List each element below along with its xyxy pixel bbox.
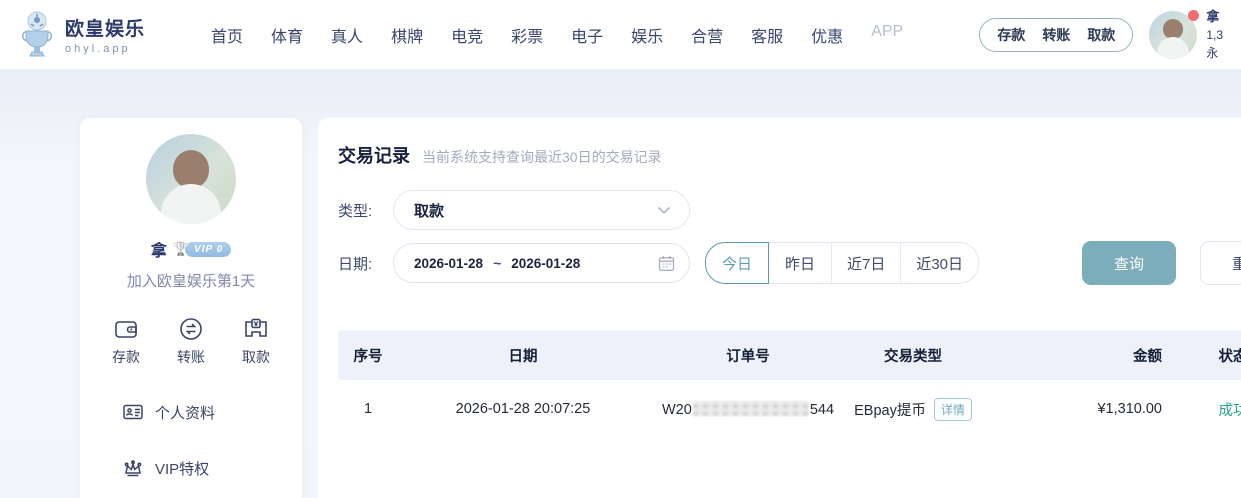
type-select-value: 取款 <box>414 200 444 221</box>
sidebar-item-profile[interactable]: 个人资料 <box>80 401 302 423</box>
chevron-down-icon <box>657 206 671 215</box>
cell-type: EBpay提币详情 <box>848 398 978 421</box>
order-number-redacted <box>693 401 809 416</box>
transactions-table: 序号 日期 订单号 交易类型 金额 状态 1 2026-01-28 20:07:… <box>338 330 1241 438</box>
sidebar-transfer-button[interactable]: 转账 <box>177 316 205 367</box>
transaction-type: EBpay提币 <box>854 403 926 419</box>
sidebar-item-vip[interactable]: VIP特权 <box>80 457 302 479</box>
header-transfer-button[interactable]: 转账 <box>1042 25 1070 45</box>
crown-icon <box>122 457 144 479</box>
range-yesterday-button[interactable]: 昨日 <box>768 242 832 284</box>
calendar-icon <box>658 255 675 272</box>
page-title: 交易记录 <box>338 142 410 168</box>
header-withdraw-button[interactable]: 取款 <box>1087 25 1115 45</box>
nav-item-entertainment[interactable]: 娱乐 <box>631 23 663 47</box>
transaction-records-panel: 交易记录 当前系统支持查询最近30日的交易记录 类型: 取款 日期: 2026-… <box>318 118 1241 498</box>
wallet-actions-pill: 存款 转账 取款 <box>979 18 1133 52</box>
table-header-row: 序号 日期 订单号 交易类型 金额 状态 <box>338 330 1241 380</box>
nav-item-affiliate[interactable]: 合营 <box>691 23 723 47</box>
join-days-text: 加入欧皇娱乐第1天 <box>80 270 302 291</box>
cell-index: 1 <box>338 401 398 417</box>
user-name: 拿 <box>1206 7 1223 27</box>
main-nav: 首页 体育 真人 棋牌 电竞 彩票 电子 娱乐 合营 客服 优惠 APP <box>211 23 903 47</box>
profile-avatar <box>146 134 236 224</box>
nav-item-live[interactable]: 真人 <box>331 23 363 47</box>
nav-item-lottery[interactable]: 彩票 <box>511 23 543 47</box>
table-row: 1 2026-01-28 20:07:25 W20 544 EBpay提币详情 ¥… <box>338 380 1241 438</box>
sidebar-deposit-label: 存款 <box>112 347 140 367</box>
cell-order-no: W20 544 <box>648 401 848 418</box>
profile-sidebar: 拿 🏆 VIP 0 加入欧皇娱乐第1天 存款 <box>80 118 302 498</box>
query-button[interactable]: 查询 <box>1082 241 1176 285</box>
transfer-icon <box>178 316 204 342</box>
trophy-ball-logo-icon <box>18 11 56 58</box>
reset-button[interactable]: 重置 <box>1200 241 1241 285</box>
nav-item-home[interactable]: 首页 <box>211 23 243 47</box>
header-deposit-button[interactable]: 存款 <box>997 25 1025 45</box>
cell-status: 成功 <box>1168 399 1241 420</box>
cell-amount: ¥1,310.00 <box>978 401 1168 417</box>
range-30days-button[interactable]: 近30日 <box>900 242 979 284</box>
profile-username: 拿 <box>151 237 167 261</box>
nav-item-app[interactable]: APP <box>871 23 903 47</box>
vip-badge: 🏆 VIP 0 <box>173 241 231 257</box>
col-index: 序号 <box>338 345 398 366</box>
withdraw-icon <box>243 316 269 342</box>
top-header: 欧皇娱乐 ohyl.app 首页 体育 真人 棋牌 电竞 彩票 电子 娱乐 合营… <box>0 0 1241 70</box>
col-type: 交易类型 <box>848 345 978 366</box>
vip-level-label: VIP 0 <box>185 242 231 257</box>
sidebar-item-vip-label: VIP特权 <box>155 458 209 479</box>
user-extra-partial: 永 <box>1206 44 1223 62</box>
user-balance-partial: 1,3 <box>1206 26 1223 44</box>
col-amount: 金额 <box>978 345 1168 366</box>
wallet-icon <box>113 316 139 342</box>
type-filter-row: 类型: 取款 <box>338 190 1241 230</box>
id-card-icon <box>122 401 144 423</box>
cell-date: 2026-01-28 20:07:25 <box>398 401 648 417</box>
sidebar-menu: 个人资料 VIP特权 <box>80 401 302 479</box>
nav-item-promo[interactable]: 优惠 <box>811 23 843 47</box>
vip-trophy-icon: 🏆 <box>173 241 189 257</box>
sidebar-item-profile-label: 个人资料 <box>155 402 215 423</box>
nav-item-sports[interactable]: 体育 <box>271 23 303 47</box>
col-date: 日期 <box>398 345 648 366</box>
nav-item-esports[interactable]: 电竞 <box>451 23 483 47</box>
date-separator: ~ <box>493 255 501 271</box>
user-mini-info: 拿 1,3 永 <box>1206 7 1223 63</box>
page-subtitle: 当前系统支持查询最近30日的交易记录 <box>422 147 662 167</box>
col-status: 状态 <box>1168 345 1241 366</box>
sidebar-quick-actions: 存款 转账 取款 <box>80 316 302 367</box>
date-range-input[interactable]: 2026-01-28 ~ 2026-01-28 <box>393 243 690 283</box>
sidebar-withdraw-label: 取款 <box>242 347 270 367</box>
col-order-no: 订单号 <box>648 345 848 366</box>
header-right: 存款 转账 取款 拿 1,3 永 <box>979 7 1223 63</box>
sidebar-deposit-button[interactable]: 存款 <box>112 316 140 367</box>
range-today-button[interactable]: 今日 <box>705 242 769 284</box>
date-end-value: 2026-01-28 <box>511 256 580 271</box>
sidebar-transfer-label: 转账 <box>177 347 205 367</box>
site-logo[interactable]: 欧皇娱乐 ohyl.app <box>18 11 145 58</box>
user-avatar[interactable] <box>1149 11 1197 59</box>
sidebar-withdraw-button[interactable]: 取款 <box>242 316 270 367</box>
type-select[interactable]: 取款 <box>393 190 690 230</box>
range-7days-button[interactable]: 近7日 <box>831 242 901 284</box>
detail-tag-button[interactable]: 详情 <box>934 398 972 421</box>
date-filter-row: 日期: 2026-01-28 ~ 2026-01-28 今日 昨日 近7日 近3… <box>338 242 1241 284</box>
logo-subtitle: ohyl.app <box>65 43 145 55</box>
type-label: 类型: <box>338 200 380 221</box>
nav-item-slots[interactable]: 电子 <box>571 23 603 47</box>
order-prefix: W20 <box>662 402 692 418</box>
date-start-value: 2026-01-28 <box>414 256 483 271</box>
logo-title: 欧皇娱乐 <box>65 14 145 41</box>
quick-range-group: 今日 昨日 近7日 近30日 <box>705 242 979 284</box>
nav-item-chess[interactable]: 棋牌 <box>391 23 423 47</box>
nav-item-service[interactable]: 客服 <box>751 23 783 47</box>
notification-dot <box>1188 10 1199 21</box>
page-body: 拿 🏆 VIP 0 加入欧皇娱乐第1天 存款 <box>0 70 1241 443</box>
order-suffix: 544 <box>810 402 834 418</box>
date-label: 日期: <box>338 253 380 274</box>
